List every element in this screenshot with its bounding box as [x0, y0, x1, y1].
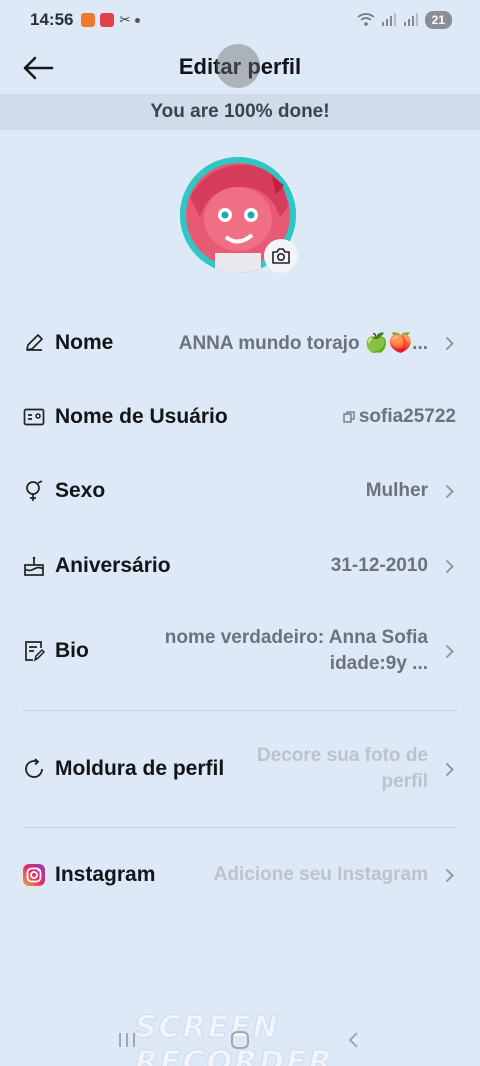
- row-value: sofia25722: [343, 406, 456, 428]
- signal-icon-2: [403, 13, 418, 26]
- row-label: Bio: [55, 639, 89, 662]
- system-navigation-bar: [0, 1020, 480, 1060]
- row-label: Sexo: [55, 479, 106, 502]
- username-text: sofia25722: [358, 406, 456, 427]
- row-value: nome verdadeiro: Anna Sofia idade:9y ...: [165, 625, 428, 677]
- chevron-left-icon: [349, 1032, 358, 1048]
- row-label: Nome: [55, 331, 114, 354]
- pencil-icon: [22, 331, 46, 355]
- recent-apps-button[interactable]: [107, 1025, 147, 1055]
- touch-indicator: [216, 44, 260, 88]
- bio-line-2: idade:9y ...: [329, 653, 428, 674]
- change-photo-button[interactable]: [264, 239, 298, 273]
- app-notification-icon: [100, 13, 115, 27]
- chevron-right-icon: [442, 868, 456, 883]
- camera-icon: [272, 248, 290, 264]
- recent-apps-icon: [118, 1033, 135, 1047]
- cake-icon: [22, 554, 46, 578]
- row-username[interactable]: Nome de Usuário sofia25722: [0, 399, 480, 435]
- frame-line-1: Decore sua foto de: [256, 745, 428, 766]
- id-card-icon: [22, 405, 46, 429]
- bio-line-1: nome verdadeiro: Anna Sofia: [164, 627, 428, 648]
- row-label: Aniversário: [55, 554, 171, 577]
- row-moldura[interactable]: Moldura de perfil Decore sua foto de per…: [0, 741, 480, 797]
- wifi-icon: [357, 13, 375, 26]
- divider: [22, 710, 458, 711]
- instagram-icon: [22, 863, 46, 887]
- signal-icon: [381, 13, 396, 26]
- copy-icon[interactable]: [343, 411, 355, 423]
- avatar-section: [180, 157, 300, 273]
- row-label: Nome de Usuário: [55, 405, 228, 428]
- bio-edit-icon: [22, 639, 46, 663]
- profile-completion-banner: You are 100% done!: [0, 94, 480, 130]
- arrow-left-icon: [23, 56, 54, 80]
- row-aniversario[interactable]: Aniversário 31-12-2010: [0, 548, 480, 584]
- row-nome[interactable]: Nome ANNA mundo torajo 🍏🍑...: [0, 325, 480, 361]
- divider: [22, 827, 458, 828]
- status-bar: 14:56 ✂ 21: [0, 0, 480, 40]
- battery-indicator: 21: [424, 11, 452, 29]
- frame-line-2: perfil: [381, 771, 428, 792]
- row-bio[interactable]: Bio nome verdadeiro: Anna Sofia idade:9y…: [0, 623, 480, 679]
- row-label: Moldura de perfil: [55, 757, 225, 780]
- more-notifications-dot: [135, 17, 141, 23]
- notification-icons: ✂: [81, 12, 141, 28]
- home-button[interactable]: [220, 1025, 260, 1055]
- row-value: Decore sua foto de perfil: [257, 743, 428, 795]
- home-icon: [231, 1031, 249, 1049]
- row-label: Instagram: [55, 863, 156, 886]
- gender-icon: [22, 479, 46, 503]
- chevron-right-icon: [442, 644, 456, 659]
- header: Editar perfil: [0, 40, 480, 94]
- frame-icon: [22, 757, 46, 781]
- profile-completion-text: You are 100% done!: [150, 101, 330, 122]
- capcut-icon: ✂: [119, 12, 131, 27]
- back-button[interactable]: [18, 48, 58, 88]
- row-value: Adicione seu Instagram: [213, 864, 428, 885]
- chevron-right-icon: [442, 559, 456, 574]
- row-instagram[interactable]: Instagram Adicione seu Instagram: [0, 857, 480, 893]
- row-value: ANNA mundo torajo 🍏🍑...: [178, 333, 428, 354]
- video-call-icon: [81, 13, 96, 27]
- chevron-right-icon: [442, 336, 456, 351]
- back-nav-button[interactable]: [333, 1025, 373, 1055]
- status-time: 14:56: [30, 10, 74, 29]
- row-value: Mulher: [365, 480, 428, 501]
- row-value: 31-12-2010: [330, 555, 428, 576]
- system-icons: 21: [357, 11, 452, 29]
- chevron-right-icon: [442, 762, 456, 777]
- chevron-right-icon: [442, 484, 456, 499]
- row-sexo[interactable]: Sexo Mulher: [0, 473, 480, 509]
